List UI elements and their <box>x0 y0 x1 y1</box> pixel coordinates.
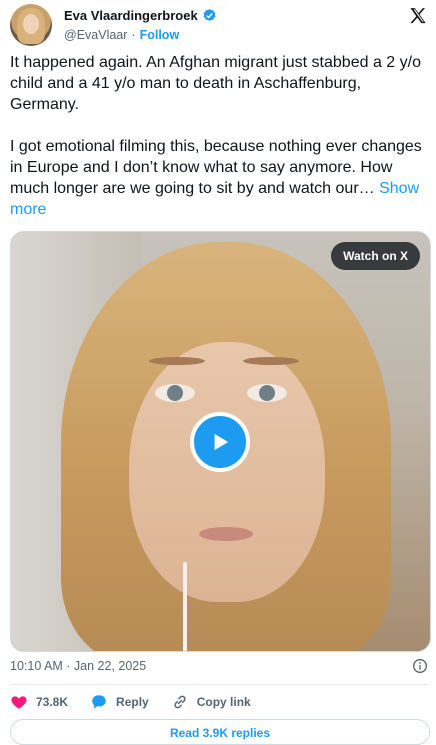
video-subject-eye-right <box>247 384 287 402</box>
info-icon[interactable] <box>412 658 428 674</box>
play-button[interactable] <box>190 412 250 472</box>
reply-label: Reply <box>116 695 149 709</box>
video-subject-eye-left <box>155 384 195 402</box>
tweet-paragraph: It happened again. An Afghan migrant jus… <box>10 54 421 113</box>
tweet-meta: 10:10 AM · Jan 22, 2025 <box>10 658 430 676</box>
author-name-row: Eva Vlaardingerbroek <box>64 8 217 23</box>
like-count: 73.8K <box>36 695 69 709</box>
tweet-header: Eva Vlaardingerbroek @EvaVlaar · Follow <box>10 4 430 48</box>
tweet-paragraph-text: I got emotional filming this, because no… <box>10 138 422 197</box>
video-subject-brow-left <box>149 357 205 365</box>
copy-link-button[interactable]: Copy link <box>171 693 251 711</box>
video-player[interactable]: Watch on X <box>10 231 431 652</box>
video-subject-mouth <box>199 527 253 541</box>
copy-link-label: Copy link <box>196 695 251 709</box>
tweet-actions: 73.8K Reply Copy link <box>10 692 430 712</box>
like-button[interactable]: 73.8K <box>10 693 68 711</box>
play-icon <box>214 433 229 451</box>
author-handle[interactable]: @EvaVlaar <box>64 28 127 42</box>
video-subject-face <box>129 342 325 602</box>
heart-icon <box>11 696 27 709</box>
divider <box>10 684 430 685</box>
reply-button[interactable]: Reply <box>90 693 149 711</box>
watch-on-x-button[interactable]: Watch on X <box>331 242 420 270</box>
avatar-face <box>23 14 39 34</box>
tweet-body: It happened again. An Afghan migrant jus… <box>10 52 424 241</box>
handle-separator: · <box>131 28 136 42</box>
reply-bubble-icon <box>92 695 106 709</box>
follow-button[interactable]: Follow <box>140 28 180 42</box>
avatar[interactable] <box>10 4 52 46</box>
x-logo-icon[interactable] <box>408 6 428 26</box>
tweet-timestamp[interactable]: 10:10 AM · Jan 22, 2025 <box>10 659 146 673</box>
video-subject-earphone <box>183 562 187 651</box>
tweet-paragraph: I got emotional filming this, because no… <box>10 136 424 220</box>
video-subject-brow-right <box>243 357 299 365</box>
verified-badge-icon <box>203 8 216 21</box>
read-replies-button[interactable]: Read 3.9K replies <box>10 719 430 745</box>
author-handle-row: @EvaVlaar · Follow <box>64 28 179 42</box>
link-icon <box>174 695 186 709</box>
author-display-name[interactable]: Eva Vlaardingerbroek <box>64 8 198 23</box>
